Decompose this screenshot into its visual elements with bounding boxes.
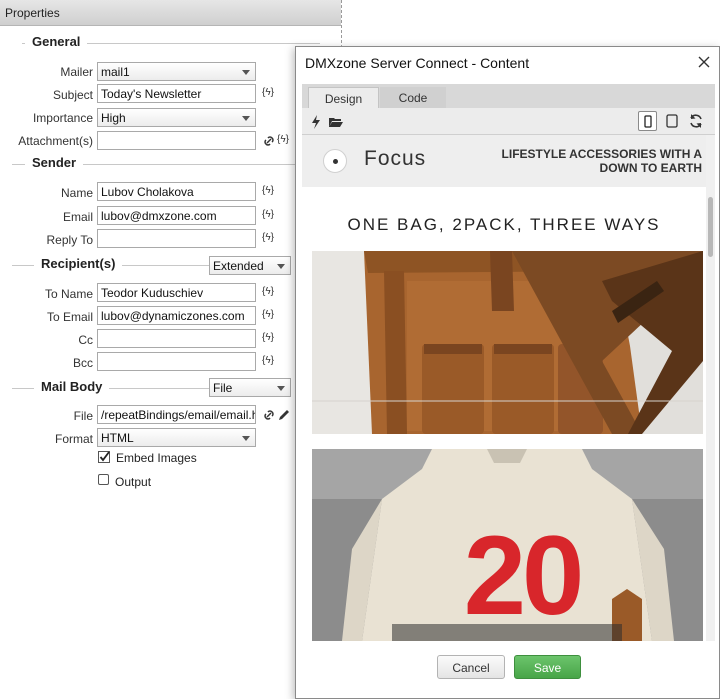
email-dynamic-data-icon[interactable]: {ϟ} [262, 209, 278, 225]
leather-bag-image [312, 251, 703, 434]
to-name-input[interactable]: Teodor Kuduschiev [97, 283, 256, 302]
body-mode-select[interactable]: File [209, 378, 291, 397]
format-select[interactable]: HTML [97, 428, 256, 447]
tab-design[interactable]: Design [308, 87, 379, 108]
recipients-mode-value: Extended [213, 259, 264, 273]
subject-label: Subject [52, 88, 93, 102]
tab-bar: Design Code [302, 84, 715, 108]
preview-scrollbar[interactable] [706, 135, 715, 641]
content-dialog: DMXzone Server Connect - Content Design … [295, 46, 720, 699]
to-email-input[interactable]: lubov@dynamiczones.com [97, 306, 256, 325]
section-sender-label: Sender [25, 155, 84, 170]
brand-name: Focus [364, 147, 427, 170]
panel-title: Properties [0, 0, 341, 26]
mailer-value: mail1 [101, 65, 130, 79]
link-icon[interactable] [261, 407, 277, 423]
sender-email-input[interactable]: lubov@dmxzone.com [97, 206, 256, 225]
email-label: Email [62, 210, 93, 224]
dialog-footer: Cancel Save [296, 641, 719, 698]
dialog-title: DMXzone Server Connect - Content [305, 55, 530, 71]
cc-label: Cc [78, 333, 93, 347]
email-header: Focus LIFESTYLE ACCESSORIES WITH A DOWN … [302, 135, 706, 187]
to-name-dynamic-data-icon[interactable]: {ϟ} [262, 286, 278, 302]
mobile-icon [644, 115, 652, 128]
pencil-icon[interactable] [276, 407, 292, 423]
section-recipients-label: Recipient(s) [34, 256, 123, 271]
importance-select[interactable]: High [97, 108, 256, 127]
to-email-label: To Email [46, 310, 93, 324]
bcc-dynamic-data-icon[interactable]: {ϟ} [262, 355, 278, 371]
checkbox-checked-icon [98, 451, 110, 463]
body-mode-value: File [213, 381, 233, 395]
save-button[interactable]: Save [514, 655, 581, 679]
mailer-select[interactable]: mail1 [97, 62, 256, 81]
output-label: Output [115, 475, 152, 489]
to-email-dynamic-data-icon[interactable]: {ϟ} [262, 309, 278, 325]
shirt-number: 20 [464, 513, 581, 638]
subject-dynamic-data-icon[interactable]: {ϟ} [262, 87, 278, 103]
importance-label: Importance [32, 111, 93, 125]
mobile-view-button[interactable] [638, 111, 657, 131]
tablet-icon[interactable] [664, 113, 680, 129]
email-content: Focus LIFESTYLE ACCESSORIES WITH A DOWN … [302, 135, 706, 641]
format-label: Format [54, 432, 93, 446]
scrollbar-thumb[interactable] [708, 197, 713, 257]
sender-name-input[interactable]: Lubov Cholakova [97, 182, 256, 201]
attachments-dynamic-data-icon[interactable]: {ϟ} [277, 134, 293, 150]
attachments-label: Attachment(s) [18, 134, 93, 148]
email-tagline: LIFESTYLE ACCESSORIES WITH A DOWN TO EAR… [501, 147, 702, 175]
format-value: HTML [101, 431, 134, 445]
name-label: Name [60, 186, 93, 200]
to-name-label: To Name [44, 287, 93, 301]
link-icon[interactable] [261, 133, 277, 149]
sweater-model-image: 20 [312, 449, 703, 641]
subject-input[interactable]: Today's Newsletter [97, 84, 256, 103]
email-preview: Focus LIFESTYLE ACCESSORIES WITH A DOWN … [302, 135, 715, 641]
reply-to-label: Reply To [46, 233, 93, 247]
importance-value: High [101, 111, 126, 125]
brand-logo-icon [323, 149, 347, 173]
cancel-button[interactable]: Cancel [437, 655, 505, 679]
bcc-input[interactable] [97, 352, 256, 371]
email-headline: ONE BAG, 2PACK, THREE WAYS [347, 215, 661, 234]
cc-input[interactable] [97, 329, 256, 348]
section-mailbody-label: Mail Body [34, 379, 110, 394]
cc-dynamic-data-icon[interactable]: {ϟ} [262, 332, 278, 348]
file-path-input[interactable]: /repeatBindings/email/email.ht [97, 405, 256, 424]
reply-to-dynamic-data-icon[interactable]: {ϟ} [262, 232, 278, 248]
file-label: File [73, 409, 93, 423]
lightning-icon[interactable] [308, 114, 324, 130]
checkbox-unchecked-icon [98, 474, 109, 485]
recipients-mode-select[interactable]: Extended [209, 256, 291, 275]
mailer-label: Mailer [60, 65, 93, 79]
embed-images-label: Embed Images [116, 451, 197, 465]
section-general-label: General [25, 34, 88, 49]
close-icon[interactable] [697, 55, 711, 69]
name-dynamic-data-icon[interactable]: {ϟ} [262, 185, 278, 201]
section-general: General [0, 34, 320, 50]
section-sender: Sender [0, 155, 320, 171]
tab-code[interactable]: Code [380, 87, 446, 108]
folder-open-icon[interactable] [328, 114, 344, 130]
preview-toolbar [302, 108, 715, 135]
refresh-icon[interactable] [688, 113, 704, 129]
reply-to-input[interactable] [97, 229, 256, 248]
attachments-input[interactable] [97, 131, 256, 150]
properties-panel: Properties General Mailer mail1 Subject … [0, 0, 342, 699]
bcc-label: Bcc [72, 356, 93, 370]
